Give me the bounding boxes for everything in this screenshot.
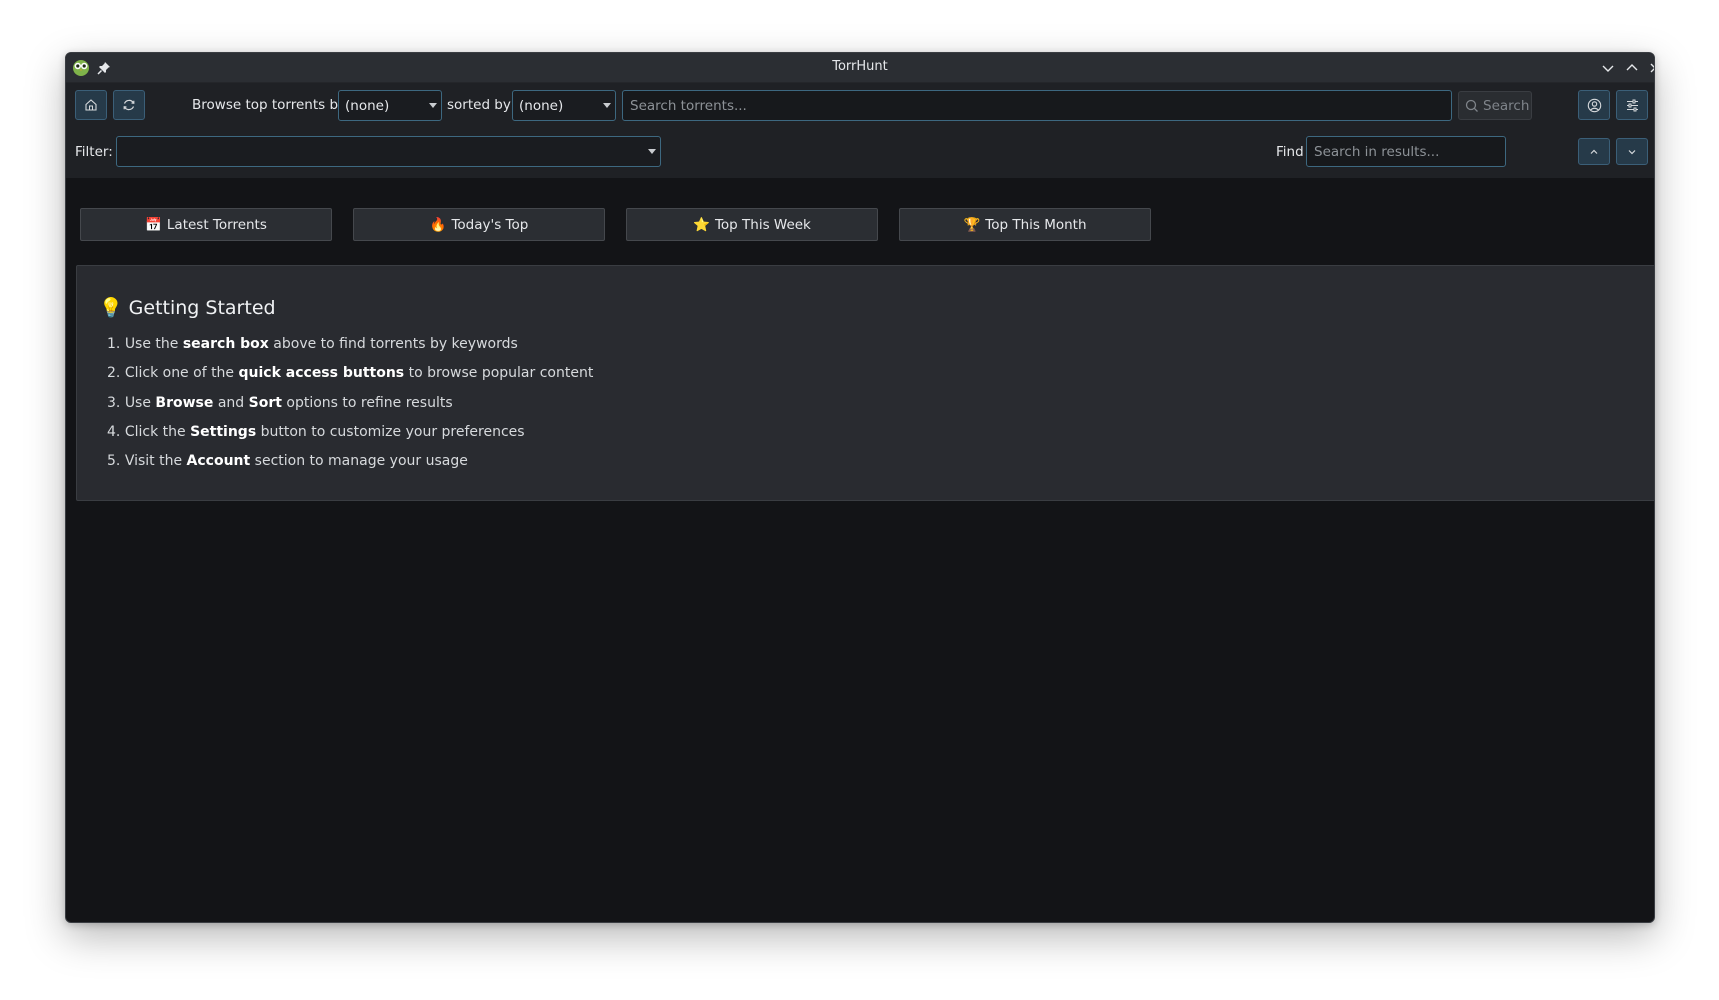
sorted-by-label: sorted by: [447, 97, 511, 113]
latest-torrents-label: Latest Torrents: [166, 216, 267, 233]
refresh-icon: [123, 99, 135, 111]
list-item: 1. Use the search box above to find torr…: [107, 336, 518, 352]
chevron-down-icon: [1628, 149, 1636, 154]
search-icon: [1465, 99, 1478, 112]
refresh-button[interactable]: [113, 90, 145, 120]
chevron-down-icon: [603, 103, 611, 108]
list-item: 5. Visit the Account section to manage y…: [107, 453, 468, 470]
chevron-up-icon: [1590, 149, 1598, 154]
todays-top-label: Today's Top: [451, 216, 529, 233]
browse-category-value: (none): [345, 98, 390, 114]
maximize-icon[interactable]: [1624, 60, 1640, 76]
sort-order-value: (none): [519, 98, 564, 114]
top-this-month-label: Top This Month: [985, 216, 1087, 233]
browse-label: Browse top torrents by: [192, 97, 347, 113]
star-icon: ⭐: [693, 216, 710, 233]
close-icon[interactable]: [1647, 60, 1655, 76]
top-this-month-button[interactable]: 🏆 Top This Month: [899, 208, 1151, 241]
search-button[interactable]: Search: [1458, 91, 1532, 120]
fire-icon: 🔥: [429, 216, 447, 233]
search-input[interactable]: Search torrents...: [622, 90, 1452, 121]
account-button[interactable]: [1578, 90, 1610, 120]
list-item: 2. Click one of the quick access buttons…: [107, 365, 594, 382]
getting-started-panel: 💡 Getting Started 1. Use the search box …: [76, 265, 1654, 501]
list-item: 3. Use Browse and Sort options to refine…: [107, 394, 453, 411]
minimize-icon[interactable]: [1600, 60, 1616, 76]
getting-started-steps: 1. Use the search box above to find torr…: [107, 336, 593, 482]
app-window: TorrHunt Browse top torrents by (none) s…: [65, 52, 1655, 923]
getting-started-heading: Getting Started: [128, 296, 276, 319]
top-this-week-button[interactable]: ⭐ Top This Week: [626, 208, 878, 241]
search-button-label: Search: [1483, 97, 1530, 114]
sort-order-select[interactable]: (none): [512, 90, 616, 121]
lightbulb-icon: 💡: [99, 297, 123, 319]
trophy-icon: 🏆: [963, 216, 981, 233]
filter-bar: Filter: Find in results: Search in resul…: [66, 128, 1654, 178]
top-this-week-label: Top This Week: [714, 216, 811, 233]
calendar-icon: 📅: [145, 216, 162, 233]
latest-torrents-button[interactable]: 📅 Latest Torrents: [80, 208, 332, 241]
window-title: TorrHunt: [832, 59, 888, 74]
settings-sliders-icon: [1626, 99, 1638, 111]
find-in-results-input[interactable]: Search in results...: [1306, 136, 1506, 167]
home-button[interactable]: [75, 90, 107, 120]
settings-button[interactable]: [1616, 90, 1648, 120]
next-result-button[interactable]: [1616, 138, 1648, 165]
browse-category-select[interactable]: (none): [338, 90, 442, 121]
filter-label: Filter:: [75, 144, 113, 160]
title-bar: TorrHunt: [66, 53, 1654, 83]
home-icon: [85, 99, 97, 111]
getting-started-title: 💡 Getting Started: [99, 296, 276, 320]
list-item: 4. Click the Settings button to customiz…: [107, 423, 525, 440]
chevron-down-icon: [648, 149, 656, 154]
main-toolbar: Browse top torrents by (none) sorted by …: [66, 83, 1654, 128]
account-icon: [1587, 98, 1601, 112]
chevron-down-icon: [429, 103, 437, 108]
filter-select[interactable]: [116, 136, 661, 167]
todays-top-button[interactable]: 🔥 Today's Top: [353, 208, 605, 241]
previous-result-button[interactable]: [1578, 138, 1610, 165]
